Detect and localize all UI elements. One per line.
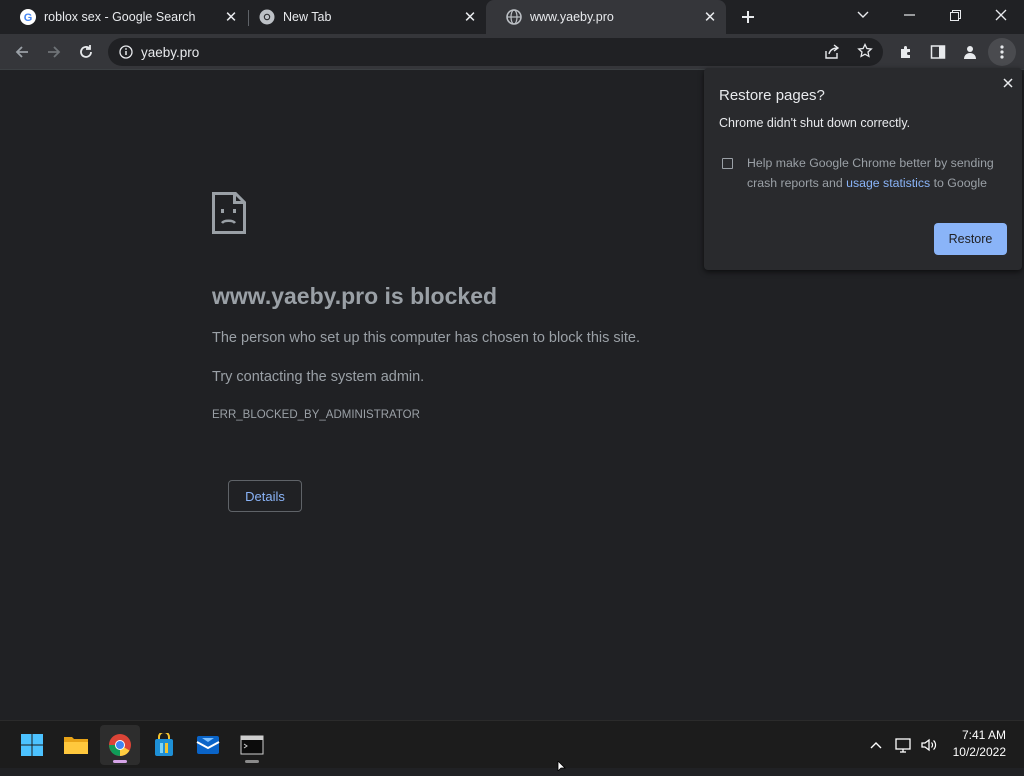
extensions-button[interactable] (892, 38, 920, 66)
error-code: ERR_BLOCKED_BY_ADMINISTRATOR (212, 409, 420, 421)
arrow-right-icon (48, 46, 61, 58)
checkbox-text-end: to Google (933, 176, 987, 190)
error-suggestion: Try contacting the system admin. (212, 369, 425, 385)
puzzle-icon (901, 46, 910, 58)
active-app-indicator (113, 760, 127, 763)
reload-button[interactable] (72, 38, 100, 66)
close-tab-icon[interactable]: ✕ (700, 7, 720, 27)
mail-icon[interactable] (188, 725, 228, 765)
minimize-button[interactable] (886, 0, 932, 30)
close-window-button[interactable] (978, 0, 1024, 30)
crash-report-checkbox[interactable] (722, 158, 733, 169)
side-panel-icon (930, 45, 946, 59)
info-icon[interactable] (119, 45, 133, 59)
details-button[interactable]: Details (228, 480, 302, 512)
chrome-icon[interactable] (100, 725, 140, 765)
menu-button[interactable] (988, 38, 1016, 66)
tab-title: New Tab (283, 10, 332, 24)
checkbox-label: Help make Google Chrome better by sendin… (747, 153, 1007, 193)
back-button[interactable] (8, 38, 36, 66)
tab-new-tab[interactable]: New Tab ✕ (239, 0, 486, 34)
clock-date[interactable]: 10/2/2022 (940, 745, 1006, 759)
tab-search-button[interactable] (840, 0, 886, 30)
share-icon[interactable] (824, 44, 840, 60)
clock-time[interactable]: 7:41 AM (940, 728, 1006, 742)
svg-text:G: G (24, 12, 33, 24)
error-description: The person who set up this computer has … (212, 330, 640, 346)
address-bar[interactable]: yaeby.pro (108, 38, 883, 66)
tab-strip: G roblox sex - Google Search ✕ New Tab ✕… (0, 0, 1024, 34)
close-icon[interactable] (999, 74, 1017, 92)
volume-icon[interactable] (918, 733, 940, 757)
restore-window-button[interactable] (932, 0, 978, 30)
close-tab-icon[interactable]: ✕ (221, 7, 241, 27)
running-app-indicator (245, 760, 259, 763)
chevron-down-icon (857, 11, 869, 18)
arrow-left-icon (15, 46, 28, 58)
globe-icon (506, 9, 522, 25)
forward-button[interactable] (40, 38, 68, 66)
url-text: yaeby.pro (141, 44, 200, 60)
kebab-menu-icon (1000, 45, 1004, 59)
reload-icon (80, 45, 92, 58)
profile-button[interactable] (956, 38, 984, 66)
error-title: www.yaeby.pro is blocked (212, 283, 498, 309)
tab-yaeby[interactable]: www.yaeby.pro ✕ (486, 0, 726, 34)
file-explorer-icon[interactable] (56, 725, 96, 765)
minimize-icon (903, 14, 915, 16)
browser-toolbar: yaeby.pro (0, 34, 1024, 70)
close-tab-icon[interactable]: ✕ (460, 7, 480, 27)
restore-button[interactable]: Restore (934, 223, 1007, 255)
bookmark-star-icon[interactable] (857, 43, 873, 59)
sad-page-icon (212, 192, 246, 239)
usage-statistics-link[interactable]: usage statistics (846, 176, 930, 190)
start-icon[interactable] (12, 725, 52, 765)
new-tab-button[interactable] (737, 6, 759, 28)
chevron-up-icon[interactable] (866, 733, 886, 757)
dialog-title: Restore pages? (719, 87, 825, 104)
store-icon[interactable] (144, 725, 184, 765)
restore-pages-dialog: Restore pages? Chrome didn't shut down c… (704, 68, 1022, 270)
tab-title: www.yaeby.pro (530, 10, 614, 24)
side-panel-button[interactable] (924, 38, 952, 66)
chrome-icon (259, 9, 275, 25)
network-icon[interactable] (892, 733, 914, 757)
close-icon (995, 9, 1007, 21)
terminal-icon[interactable] (232, 725, 272, 765)
taskbar (0, 720, 1024, 768)
mouse-cursor-icon (557, 758, 567, 776)
google-icon: G (20, 9, 36, 25)
tab-google-search[interactable]: G roblox sex - Google Search ✕ (0, 0, 247, 34)
dialog-subtitle: Chrome didn't shut down correctly. (719, 116, 911, 130)
profile-icon (964, 46, 976, 59)
tab-title: roblox sex - Google Search (44, 10, 196, 24)
restore-window-icon (949, 9, 961, 21)
plus-icon (742, 11, 754, 23)
